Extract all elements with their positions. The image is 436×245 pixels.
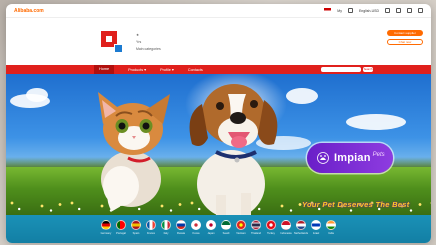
hero-banner[interactable]: Impian Pets Your Pet Deserves The Best bbox=[6, 74, 431, 215]
flag-label: Italy bbox=[163, 232, 169, 235]
contact-supplier-button[interactable]: Contact supplier bbox=[387, 30, 423, 36]
language-flag-russia[interactable]: Russia bbox=[176, 220, 187, 235]
flag-label: Korea bbox=[192, 232, 200, 235]
language-flag-france[interactable]: France bbox=[146, 220, 157, 235]
language-flag-korea[interactable]: Korea bbox=[191, 220, 202, 235]
language-flag-spain[interactable]: Spain bbox=[131, 220, 142, 235]
store-rating: ★ bbox=[136, 32, 140, 37]
top-bar: Alibaba.com My English-USD bbox=[6, 4, 431, 18]
store-meta: ★ Yrs Main categories bbox=[136, 33, 161, 51]
store-categories: Main categories bbox=[136, 46, 161, 51]
region-flag-icon bbox=[324, 8, 332, 13]
flag-icon bbox=[236, 220, 246, 230]
flag-label: Germany bbox=[100, 232, 112, 235]
language-flag-germany[interactable]: Germany bbox=[101, 220, 112, 235]
orders-icon[interactable] bbox=[396, 8, 401, 13]
flag-icon bbox=[206, 220, 216, 230]
store-years: Yrs bbox=[136, 39, 142, 44]
language-flag-saudi[interactable]: Saudi bbox=[221, 220, 232, 235]
chat-now-button[interactable]: Chat now bbox=[387, 39, 423, 45]
flag-icon bbox=[296, 220, 306, 230]
pet-icon bbox=[317, 152, 329, 164]
language-flags-strip: Germany Portugal Spain France Italy Russia Kor… bbox=[6, 215, 431, 243]
alibaba-logo[interactable]: Alibaba.com bbox=[14, 8, 44, 14]
flag-label: Japan bbox=[207, 232, 215, 235]
store-nav: Home Products ▾ Profile ▾ Contacts Searc… bbox=[6, 65, 431, 74]
language-flag-india[interactable]: India bbox=[326, 220, 337, 235]
flag-label: Indonesia bbox=[280, 232, 292, 235]
nav-item-products[interactable]: Products ▾ bbox=[128, 67, 146, 72]
brand-name: Impian bbox=[334, 152, 371, 164]
storefront-window: Alibaba.com My English-USD ★ Yrs Main ca… bbox=[6, 4, 431, 243]
flag-icon bbox=[161, 220, 171, 230]
flag-icon bbox=[251, 220, 261, 230]
flag-label: France bbox=[146, 232, 156, 235]
store-logo[interactable] bbox=[101, 30, 123, 53]
flag-icon bbox=[116, 220, 126, 230]
flag-label: Vietnam bbox=[236, 232, 246, 235]
language-flag-vietnam[interactable]: Vietnam bbox=[236, 220, 247, 235]
language-flag-netherlands[interactable]: Netherlands bbox=[294, 220, 308, 235]
flag-label: India bbox=[328, 232, 334, 235]
flag-label: Spain bbox=[132, 232, 140, 235]
language-label[interactable]: English-USD bbox=[359, 9, 379, 13]
messages-icon[interactable] bbox=[385, 8, 390, 13]
nav-item-profile[interactable]: Profile ▾ bbox=[160, 67, 174, 72]
language-flag-japan[interactable]: Japan bbox=[206, 220, 217, 235]
nav-item-contacts[interactable]: Contacts bbox=[188, 68, 203, 72]
flag-icon bbox=[191, 220, 201, 230]
language-flag-turkey[interactable]: Turkey bbox=[266, 220, 277, 235]
flag-icon bbox=[101, 220, 111, 230]
flag-label: Israel bbox=[312, 232, 320, 235]
language-flag-italy[interactable]: Italy bbox=[161, 220, 172, 235]
flag-icon bbox=[326, 220, 336, 230]
globe-icon[interactable] bbox=[347, 8, 353, 13]
store-actions: Contact supplier Chat now bbox=[387, 30, 423, 45]
flag-icon bbox=[281, 220, 291, 230]
region-label[interactable]: My bbox=[337, 9, 342, 13]
language-flag-israel[interactable]: Israel bbox=[311, 220, 322, 235]
flag-label: Russia bbox=[177, 232, 185, 235]
language-flag-portugal[interactable]: Portugal bbox=[116, 220, 127, 235]
flag-icon bbox=[131, 220, 141, 230]
flag-label: Saudi bbox=[222, 232, 230, 235]
brand-suffix: Pets bbox=[372, 152, 385, 158]
flag-label: Netherlands bbox=[294, 232, 308, 235]
hero-tagline: Your Pet Deserves The Best bbox=[302, 200, 410, 209]
store-header: ★ Yrs Main categories Contact supplier C… bbox=[6, 18, 431, 65]
store-search-button[interactable]: Search bbox=[363, 67, 373, 72]
nav-item-home[interactable]: Home bbox=[94, 65, 115, 74]
flag-label: Thailand bbox=[251, 232, 261, 235]
cart-icon[interactable] bbox=[407, 8, 412, 13]
user-icon[interactable] bbox=[418, 8, 423, 13]
language-flag-indonesia[interactable]: Indonesia bbox=[280, 220, 292, 235]
flag-label: Portugal bbox=[116, 232, 126, 235]
flag-icon bbox=[266, 220, 276, 230]
impian-pets-logo: Impian Pets bbox=[307, 143, 393, 173]
flag-icon bbox=[146, 220, 156, 230]
flag-icon bbox=[221, 220, 231, 230]
flag-icon bbox=[311, 220, 321, 230]
store-search-input[interactable] bbox=[321, 67, 361, 72]
top-bar-actions: My English-USD bbox=[324, 8, 423, 13]
flag-icon bbox=[176, 220, 186, 230]
flag-label: Turkey bbox=[267, 232, 275, 235]
language-flag-thailand[interactable]: Thailand bbox=[251, 220, 262, 235]
